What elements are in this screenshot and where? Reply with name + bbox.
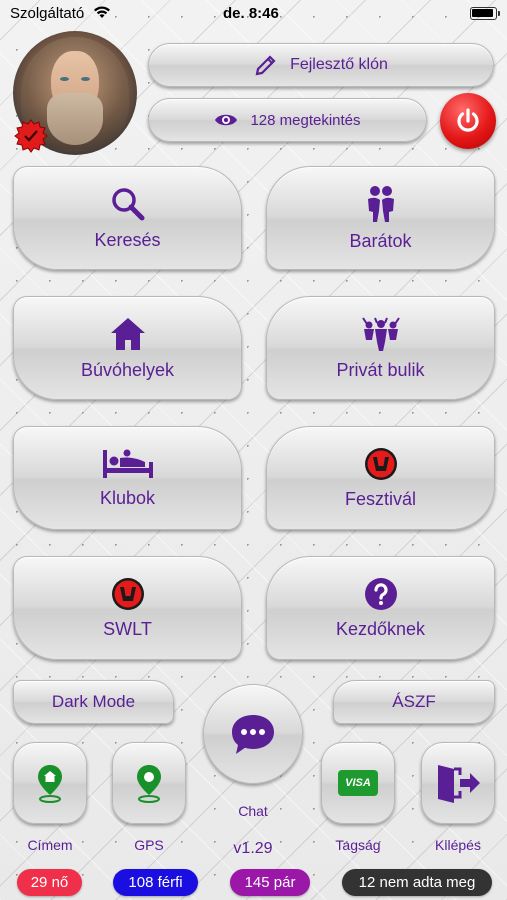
version-label: v1.29: [233, 840, 273, 857]
men-count-badge[interactable]: 108 férfi: [113, 869, 198, 896]
hideouts-label: Búvóhelyek: [80, 359, 175, 380]
clock: de. 8:46: [223, 5, 279, 22]
festival-label: Fesztivál: [344, 488, 416, 509]
pencil-icon: [255, 55, 276, 76]
avatar-beard: [47, 93, 103, 145]
clubs-label: Klubok: [99, 487, 156, 508]
visa-text: VISA: [345, 777, 371, 789]
search-label: Keresés: [94, 229, 161, 250]
avatar-eye: [60, 77, 69, 81]
dark-mode-button[interactable]: Dark Mode: [13, 680, 174, 724]
developer-clone-button[interactable]: Fejlesztő klón: [148, 43, 494, 87]
beginners-label: Kezdőknek: [335, 618, 426, 639]
friends-tile[interactable]: Barátok: [266, 166, 495, 270]
credit-card-icon: VISA: [338, 770, 378, 796]
swlt-label: SWLT: [103, 618, 152, 639]
exit-door-icon: [438, 765, 480, 803]
my-address-label: Címem: [27, 837, 73, 853]
chat-label: Chat: [238, 803, 268, 819]
private-parties-tile[interactable]: Privát bulik: [266, 296, 495, 400]
home-pin-icon: [38, 765, 62, 803]
gps-button[interactable]: [112, 742, 186, 824]
beginners-tile[interactable]: Kezdőknek: [266, 556, 495, 660]
carrier-label: Szolgáltató: [10, 5, 85, 22]
terms-label: ÁSZF: [392, 692, 436, 711]
wifi-icon: [94, 6, 110, 18]
party-icon: [361, 316, 400, 351]
festival-tile[interactable]: Fesztivál: [266, 426, 495, 530]
women-count: 29 nő: [30, 874, 69, 891]
unspecified-count-badge[interactable]: 12 nem adta meg: [342, 869, 492, 896]
status-bar: Szolgáltató de. 8:46: [0, 0, 507, 28]
location-pin-icon: [137, 765, 161, 803]
unspecified-count: 12 nem adta meg: [358, 874, 476, 891]
verified-seal-icon: [14, 119, 48, 153]
chat-button[interactable]: [203, 684, 303, 784]
developer-clone-label: Fejlesztő klón: [290, 56, 388, 73]
swlt-tile[interactable]: SWLT: [13, 556, 242, 660]
festival-logo-icon: [364, 447, 397, 480]
power-icon: [457, 108, 479, 132]
terms-button[interactable]: ÁSZF: [333, 680, 495, 724]
my-address-button[interactable]: [13, 742, 87, 824]
membership-button[interactable]: VISA: [321, 742, 395, 824]
couples-count: 145 pár: [244, 874, 296, 891]
men-count: 108 férfi: [128, 874, 183, 891]
eye-icon: [215, 114, 238, 126]
home-icon: [110, 317, 145, 350]
women-count-badge[interactable]: 29 nő: [17, 869, 82, 896]
couples-count-badge[interactable]: 145 pár: [230, 869, 310, 896]
power-button[interactable]: [440, 93, 496, 149]
membership-label: Tagság: [335, 837, 381, 853]
couple-icon: [367, 185, 394, 222]
bed-icon: [102, 449, 153, 478]
clubs-tile[interactable]: Klubok: [13, 426, 242, 530]
views-label: 128 megtekintés: [250, 111, 361, 129]
gps-label: GPS: [134, 837, 164, 853]
views-button[interactable]: 128 megtekintés: [148, 98, 427, 142]
hideouts-tile[interactable]: Búvóhelyek: [13, 296, 242, 400]
search-icon: [111, 187, 144, 220]
chat-bubble-icon: [232, 715, 274, 754]
dark-mode-label: Dark Mode: [51, 692, 136, 711]
logout-label: Kilépés: [435, 837, 481, 853]
avatar-eye: [81, 77, 90, 81]
private-parties-label: Privát bulik: [336, 359, 425, 380]
battery-icon: [470, 7, 500, 20]
logout-button[interactable]: [421, 742, 495, 824]
swlt-logo-icon: [111, 577, 144, 610]
question-icon: [364, 577, 397, 610]
friends-label: Barátok: [349, 230, 412, 251]
search-tile[interactable]: Keresés: [13, 166, 242, 270]
